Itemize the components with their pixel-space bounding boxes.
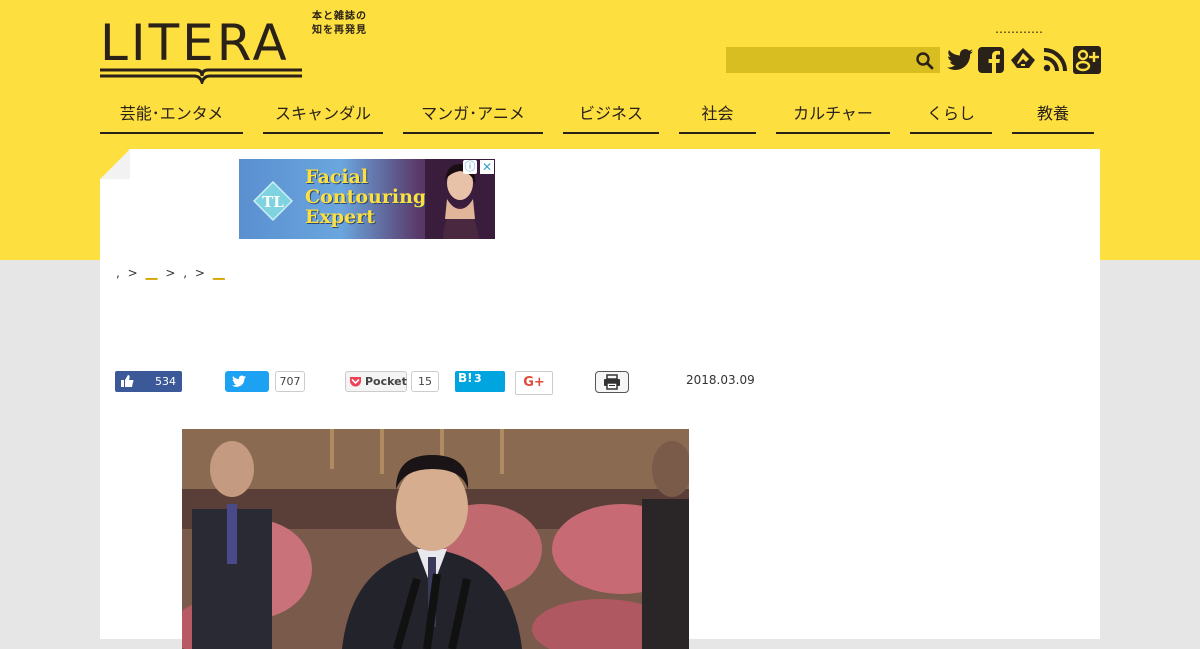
twitter-bird-icon bbox=[231, 375, 247, 387]
pocket-button[interactable]: Pocket bbox=[345, 371, 407, 392]
breadcrumb-separator: > bbox=[127, 266, 138, 280]
nav-item-scandal[interactable]: スキャンダル bbox=[263, 96, 383, 134]
print-button[interactable] bbox=[595, 371, 629, 393]
google-plus-icon[interactable] bbox=[1073, 46, 1101, 74]
book-icon bbox=[100, 68, 302, 84]
pocket-label: Pocket bbox=[365, 375, 407, 388]
ad-headline: Facial Contouring Expert bbox=[305, 167, 426, 227]
facebook-icon[interactable] bbox=[977, 46, 1005, 74]
hatena-bookmark-button[interactable]: B! 3 bbox=[455, 371, 505, 392]
feedly-icon[interactable] bbox=[1009, 46, 1037, 74]
ad-headline-line3: Expert bbox=[305, 206, 375, 228]
site-logo[interactable]: LITERA 本と雑誌の 知を再発見 bbox=[100, 10, 390, 86]
breadcrumb: , > __ > , > __ bbox=[116, 266, 225, 280]
ad-close-icon[interactable]: ✕ bbox=[480, 160, 494, 174]
pocket-count: 15 bbox=[411, 371, 439, 392]
pocket-icon bbox=[350, 377, 361, 387]
tweet-button[interactable] bbox=[225, 371, 269, 392]
nav-item-culture[interactable]: カルチャー bbox=[776, 96, 890, 134]
logo-tagline: 本と雑誌の 知を再発見 bbox=[312, 10, 367, 38]
tweet-count: 707 bbox=[275, 371, 305, 392]
breadcrumb-link[interactable]: __ bbox=[146, 266, 158, 280]
logo-tagline-line1: 本と雑誌の bbox=[312, 11, 367, 22]
article-photo bbox=[182, 429, 689, 649]
thumbs-up-icon bbox=[121, 375, 134, 387]
breadcrumb-separator: > bbox=[194, 266, 205, 280]
breadcrumb-category[interactable]: , bbox=[183, 266, 187, 280]
breadcrumb-current[interactable]: __ bbox=[213, 266, 225, 280]
hatena-count: 3 bbox=[474, 372, 482, 385]
nav-item-lifestyle[interactable]: くらし bbox=[910, 96, 992, 134]
nav-item-education[interactable]: 教養 bbox=[1012, 96, 1094, 134]
search-input[interactable] bbox=[726, 47, 922, 73]
ad-info-icon[interactable]: ⓘ bbox=[463, 160, 477, 174]
svg-text:TL: TL bbox=[262, 193, 284, 211]
article-date: 2018.03.09 bbox=[686, 373, 755, 387]
page-corner-fold bbox=[100, 149, 130, 179]
share-buttons: 534 707 Pocket 15 B! 3 G+ 2018.03.09 bbox=[100, 371, 1100, 397]
nav-item-society[interactable]: 社会 bbox=[679, 96, 756, 134]
twitter-icon[interactable] bbox=[946, 46, 974, 74]
printer-icon bbox=[604, 374, 620, 390]
header-dots: ………… bbox=[995, 22, 1043, 36]
search-icon[interactable] bbox=[914, 50, 936, 70]
nav-item-manga-anime[interactable]: マンガ･アニメ bbox=[403, 96, 543, 134]
ad-headline-line2: Contouring bbox=[305, 186, 427, 208]
logo-text: LITERA bbox=[100, 14, 290, 72]
nav-item-entertainment[interactable]: 芸能･エンタメ bbox=[100, 96, 243, 134]
ad-brand-logo: TL bbox=[253, 181, 293, 221]
logo-tagline-line2: 知を再発見 bbox=[312, 25, 367, 36]
rss-icon[interactable] bbox=[1041, 46, 1069, 74]
ad-banner[interactable]: TL Facial Contouring Expert ⓘ ✕ bbox=[239, 159, 495, 239]
breadcrumb-separator: > bbox=[165, 266, 176, 280]
like-count: 534 bbox=[155, 375, 176, 388]
hatena-label: B! bbox=[458, 371, 473, 385]
search-box bbox=[726, 47, 940, 73]
content-card: TL Facial Contouring Expert ⓘ ✕ , > __ >… bbox=[100, 149, 1100, 649]
nav-item-business[interactable]: ビジネス bbox=[563, 96, 659, 134]
google-plus-button[interactable]: G+ bbox=[515, 371, 553, 395]
facebook-like-button[interactable]: 534 bbox=[115, 371, 182, 392]
ad-headline-line1: Facial bbox=[305, 166, 369, 188]
breadcrumb-home[interactable]: , bbox=[116, 266, 120, 280]
